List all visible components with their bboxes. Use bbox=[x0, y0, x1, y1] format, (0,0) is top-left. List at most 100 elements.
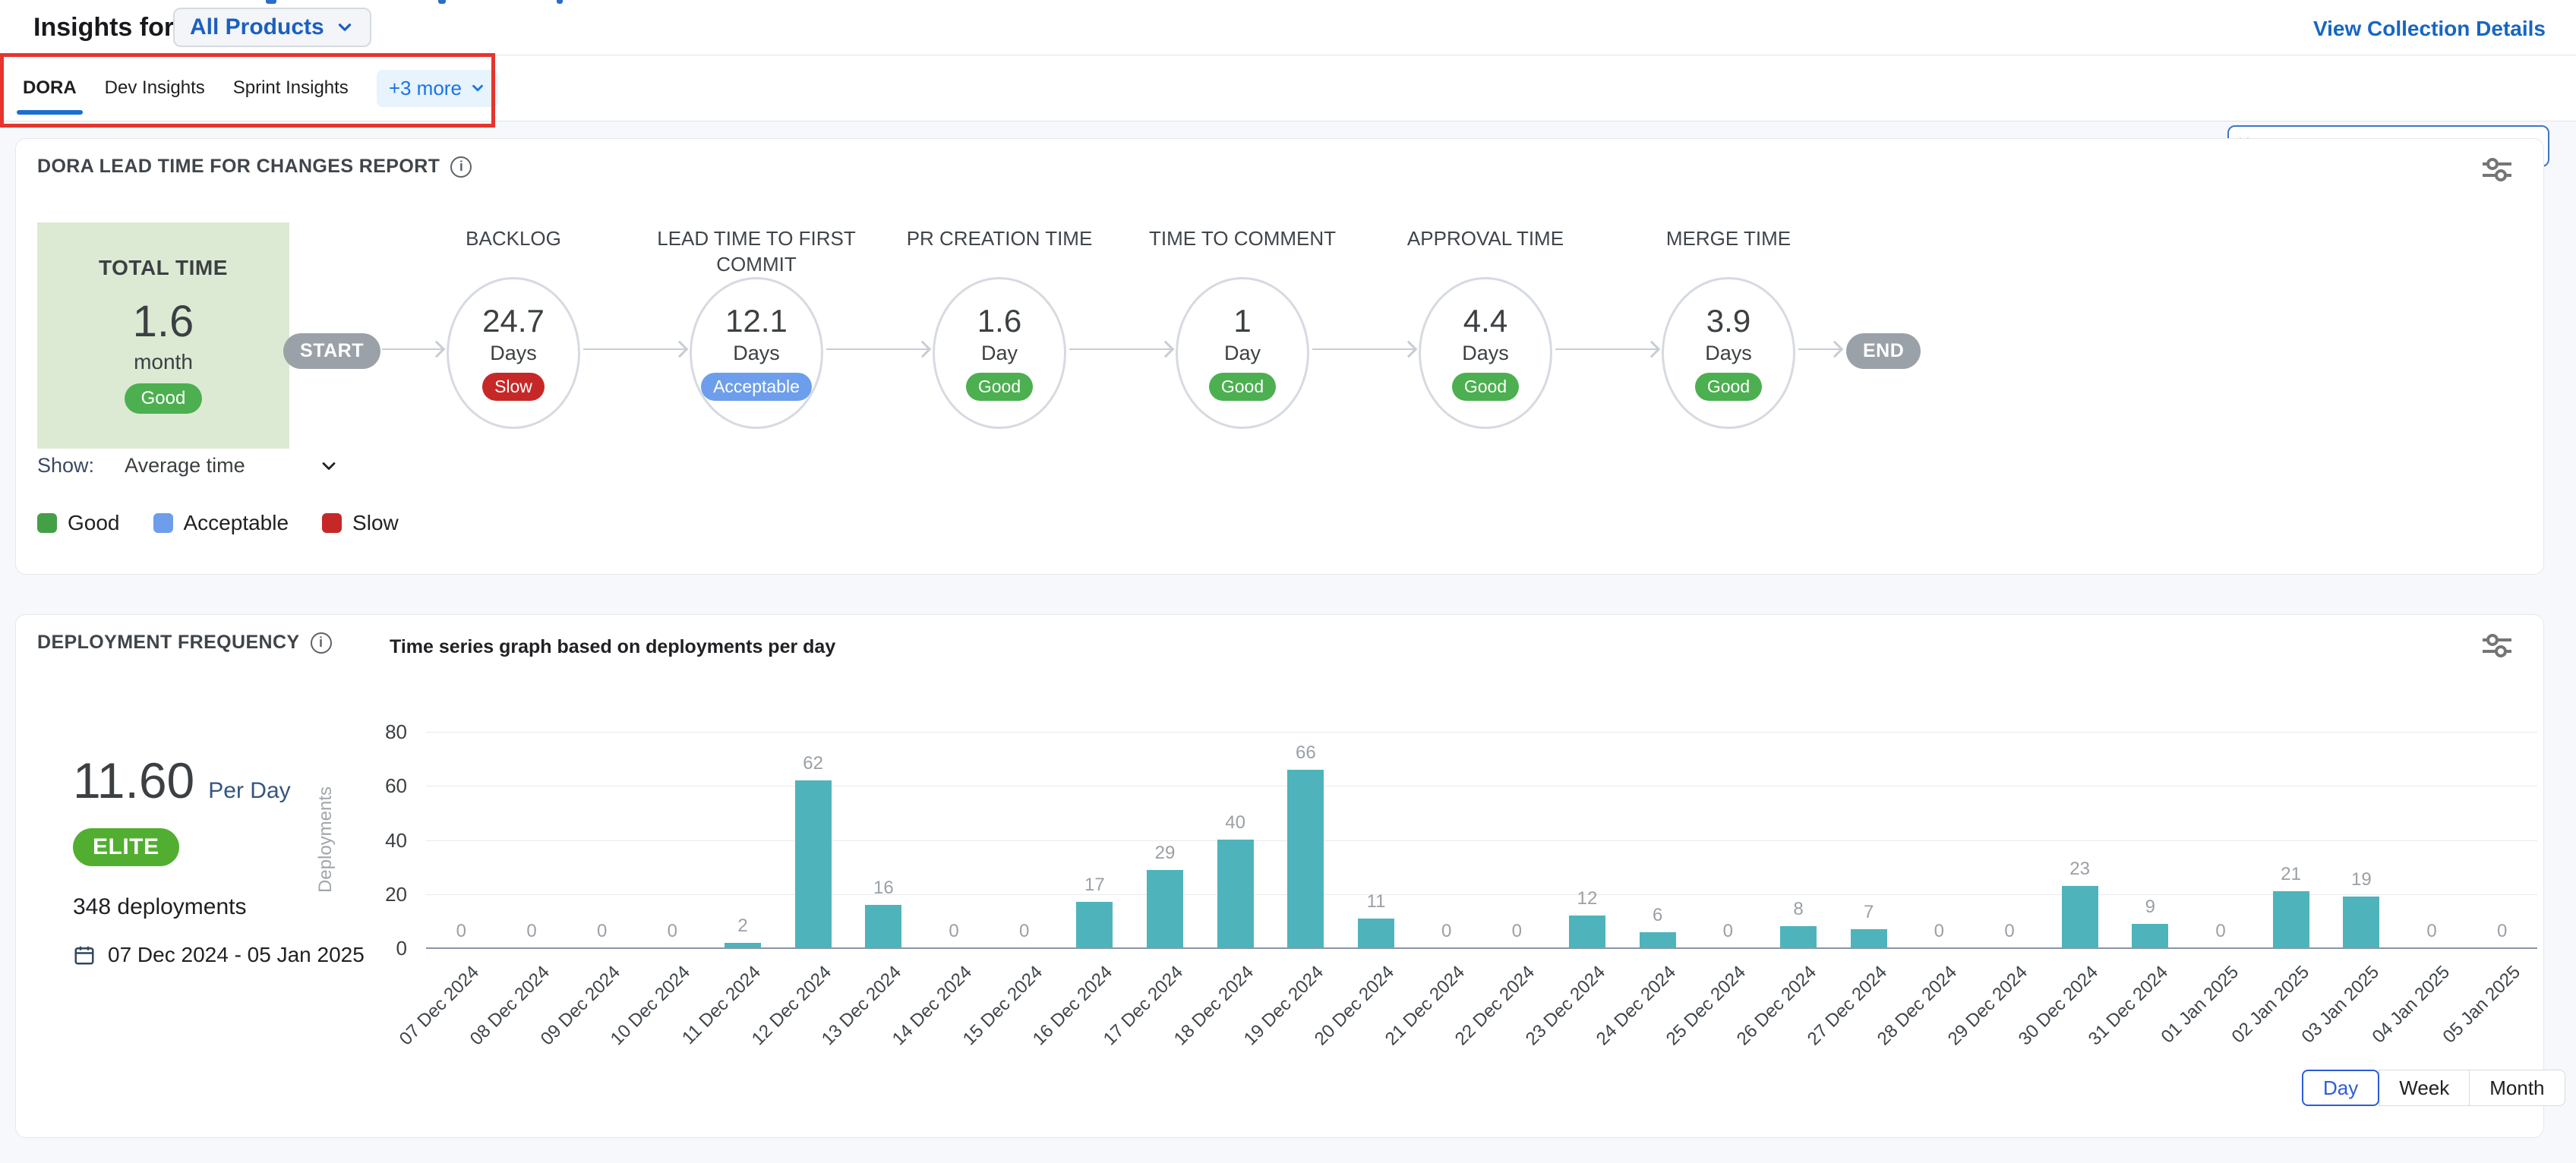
tab-sprint-insights[interactable]: Sprint Insights bbox=[233, 55, 349, 121]
bar-value-label: 19 bbox=[2331, 869, 2391, 890]
bar-17-dec-2024[interactable] bbox=[1147, 870, 1183, 948]
stage-status-badge: Good bbox=[966, 373, 1033, 401]
view-collection-details-link[interactable]: View Collection Details bbox=[2313, 17, 2546, 41]
bar-26-dec-2024[interactable] bbox=[1780, 926, 1817, 948]
stage-status-badge: Good bbox=[1209, 373, 1276, 401]
bar-18-dec-2024[interactable] bbox=[1217, 840, 1254, 948]
insights-page: Insights for All Products View Collectio… bbox=[0, 0, 2576, 1163]
bar-value-label: 17 bbox=[1064, 875, 1125, 896]
bar-value-label: 6 bbox=[1627, 905, 1688, 926]
y-tick-label: 60 bbox=[346, 774, 407, 798]
bar-value-label: 66 bbox=[1275, 742, 1336, 764]
more-tabs-button[interactable]: +3 more bbox=[377, 70, 498, 107]
bar-02-jan-2025[interactable] bbox=[2273, 891, 2309, 948]
chevron-down-icon bbox=[335, 17, 355, 37]
bar-11-dec-2024[interactable] bbox=[724, 943, 761, 948]
bar-13-dec-2024[interactable] bbox=[865, 905, 901, 948]
stage-pr-creation-time: PR CREATION TIME 1.6 Day Good bbox=[878, 225, 1121, 429]
granularity-day-button[interactable]: Day bbox=[2302, 1070, 2379, 1106]
tab-list: DORA Dev Insights Sprint Insights +3 more bbox=[23, 55, 498, 121]
stage-label: PR CREATION TIME bbox=[907, 225, 1093, 277]
stage-label: BACKLOG bbox=[466, 225, 561, 277]
bar-value-label: 9 bbox=[2120, 897, 2180, 918]
bar-03-jan-2025[interactable] bbox=[2343, 897, 2379, 948]
bar-27-dec-2024[interactable] bbox=[1851, 929, 1887, 948]
stage-circle: 3.9DaysGood bbox=[1662, 277, 1795, 429]
chevron-down-icon bbox=[318, 455, 339, 477]
tab-dev-insights[interactable]: Dev Insights bbox=[105, 55, 205, 121]
stage-unit: Days bbox=[733, 342, 780, 365]
stage-unit: Day bbox=[981, 342, 1018, 365]
bar-19-dec-2024[interactable] bbox=[1287, 770, 1324, 948]
bar-value-label: 2 bbox=[712, 916, 773, 937]
show-label: Show: bbox=[37, 454, 94, 477]
deployments-bar-chart: 020406080007 Dec 2024008 Dec 2024009 Dec… bbox=[16, 615, 2543, 1137]
bar-16-dec-2024[interactable] bbox=[1076, 902, 1113, 948]
gridline-80 bbox=[426, 732, 2537, 733]
bar-value-label: 0 bbox=[1697, 921, 1758, 942]
stage-circle: 24.7DaysSlow bbox=[447, 277, 580, 429]
y-tick-label: 40 bbox=[346, 829, 407, 853]
bar-31-dec-2024[interactable] bbox=[2132, 924, 2168, 948]
bar-value-label: 16 bbox=[853, 878, 914, 899]
granularity-month-button[interactable]: Month bbox=[2469, 1070, 2565, 1106]
bar-value-label: 62 bbox=[783, 753, 844, 774]
stage-unit: Days bbox=[1705, 342, 1752, 365]
stage-circle: 12.1DaysAcceptable bbox=[690, 277, 823, 429]
bar-value-label: 8 bbox=[1768, 899, 1829, 920]
y-tick-label: 0 bbox=[346, 937, 407, 960]
bar-24-dec-2024[interactable] bbox=[1640, 932, 1676, 948]
bar-value-label: 23 bbox=[2050, 859, 2110, 880]
bar-30-dec-2024[interactable] bbox=[2062, 886, 2098, 948]
stage-value: 3.9 bbox=[1706, 305, 1750, 337]
stage-status-badge: Acceptable bbox=[701, 373, 812, 401]
stage-status-badge: Slow bbox=[482, 373, 545, 401]
stage-label: MERGE TIME bbox=[1666, 225, 1791, 277]
flow-start-pill: START bbox=[283, 333, 380, 369]
bar-value-label: 0 bbox=[923, 921, 984, 942]
tab-dora[interactable]: DORA bbox=[23, 55, 77, 121]
stage-circle: 1DayGood bbox=[1176, 277, 1309, 429]
y-tick-label: 20 bbox=[346, 883, 407, 906]
stage-value: 4.4 bbox=[1463, 305, 1507, 337]
show-dropdown[interactable]: Show: Average time bbox=[37, 454, 339, 477]
bar-20-dec-2024[interactable] bbox=[1358, 919, 1394, 948]
stage-merge-time: MERGE TIME3.9DaysGood bbox=[1607, 225, 1850, 429]
bar-value-label: 0 bbox=[431, 921, 491, 942]
legend-item: Acceptable bbox=[153, 511, 289, 535]
legend-label: Acceptable bbox=[184, 511, 289, 535]
clipped-text-artifact bbox=[557, 0, 563, 4]
lead-time-card: DORA LEAD TIME FOR CHANGES REPORT i TOTA… bbox=[15, 138, 2544, 575]
bar-value-label: 0 bbox=[2190, 921, 2251, 942]
bar-value-label: 0 bbox=[994, 921, 1055, 942]
page-title: Insights for bbox=[33, 13, 174, 43]
topbar: Insights for All Products View Collectio… bbox=[0, 0, 2576, 55]
stage-unit: Day bbox=[1224, 342, 1261, 365]
stage-label: TIME TO COMMENT bbox=[1149, 225, 1336, 277]
legend-item: Slow bbox=[322, 511, 399, 535]
bar-12-dec-2024[interactable] bbox=[795, 780, 832, 948]
stage-unit: Days bbox=[1462, 342, 1509, 365]
product-selector-button[interactable]: All Products bbox=[173, 8, 371, 47]
bar-value-label: 0 bbox=[2472, 921, 2533, 942]
bar-23-dec-2024[interactable] bbox=[1569, 916, 1605, 948]
stage-label: APPROVAL TIME bbox=[1407, 225, 1564, 277]
legend-label: Good bbox=[68, 511, 120, 535]
granularity-week-button[interactable]: Week bbox=[2379, 1070, 2470, 1106]
bar-value-label: 0 bbox=[572, 921, 633, 942]
gridline-40 bbox=[426, 840, 2537, 841]
stage-backlog: BACKLOG24.7DaysSlow bbox=[392, 225, 635, 429]
bar-value-label: 11 bbox=[1346, 891, 1406, 912]
bar-value-label: 40 bbox=[1205, 812, 1266, 834]
stage-approval-time: APPROVAL TIME4.4DaysGood bbox=[1364, 225, 1607, 429]
bar-value-label: 0 bbox=[2401, 921, 2462, 942]
stage-time-to-comment: TIME TO COMMENT1DayGood bbox=[1121, 225, 1364, 429]
granularity-toggle: DayWeekMonth bbox=[2302, 1070, 2565, 1106]
legend-swatch bbox=[153, 513, 173, 533]
stage-value: 1.6 bbox=[977, 305, 1021, 337]
gridline-20 bbox=[426, 894, 2537, 895]
y-tick-label: 80 bbox=[346, 720, 407, 744]
bar-value-label: 0 bbox=[1908, 921, 1969, 942]
bar-value-label: 7 bbox=[1839, 902, 1899, 923]
stage-circle: 4.4DaysGood bbox=[1419, 277, 1552, 429]
